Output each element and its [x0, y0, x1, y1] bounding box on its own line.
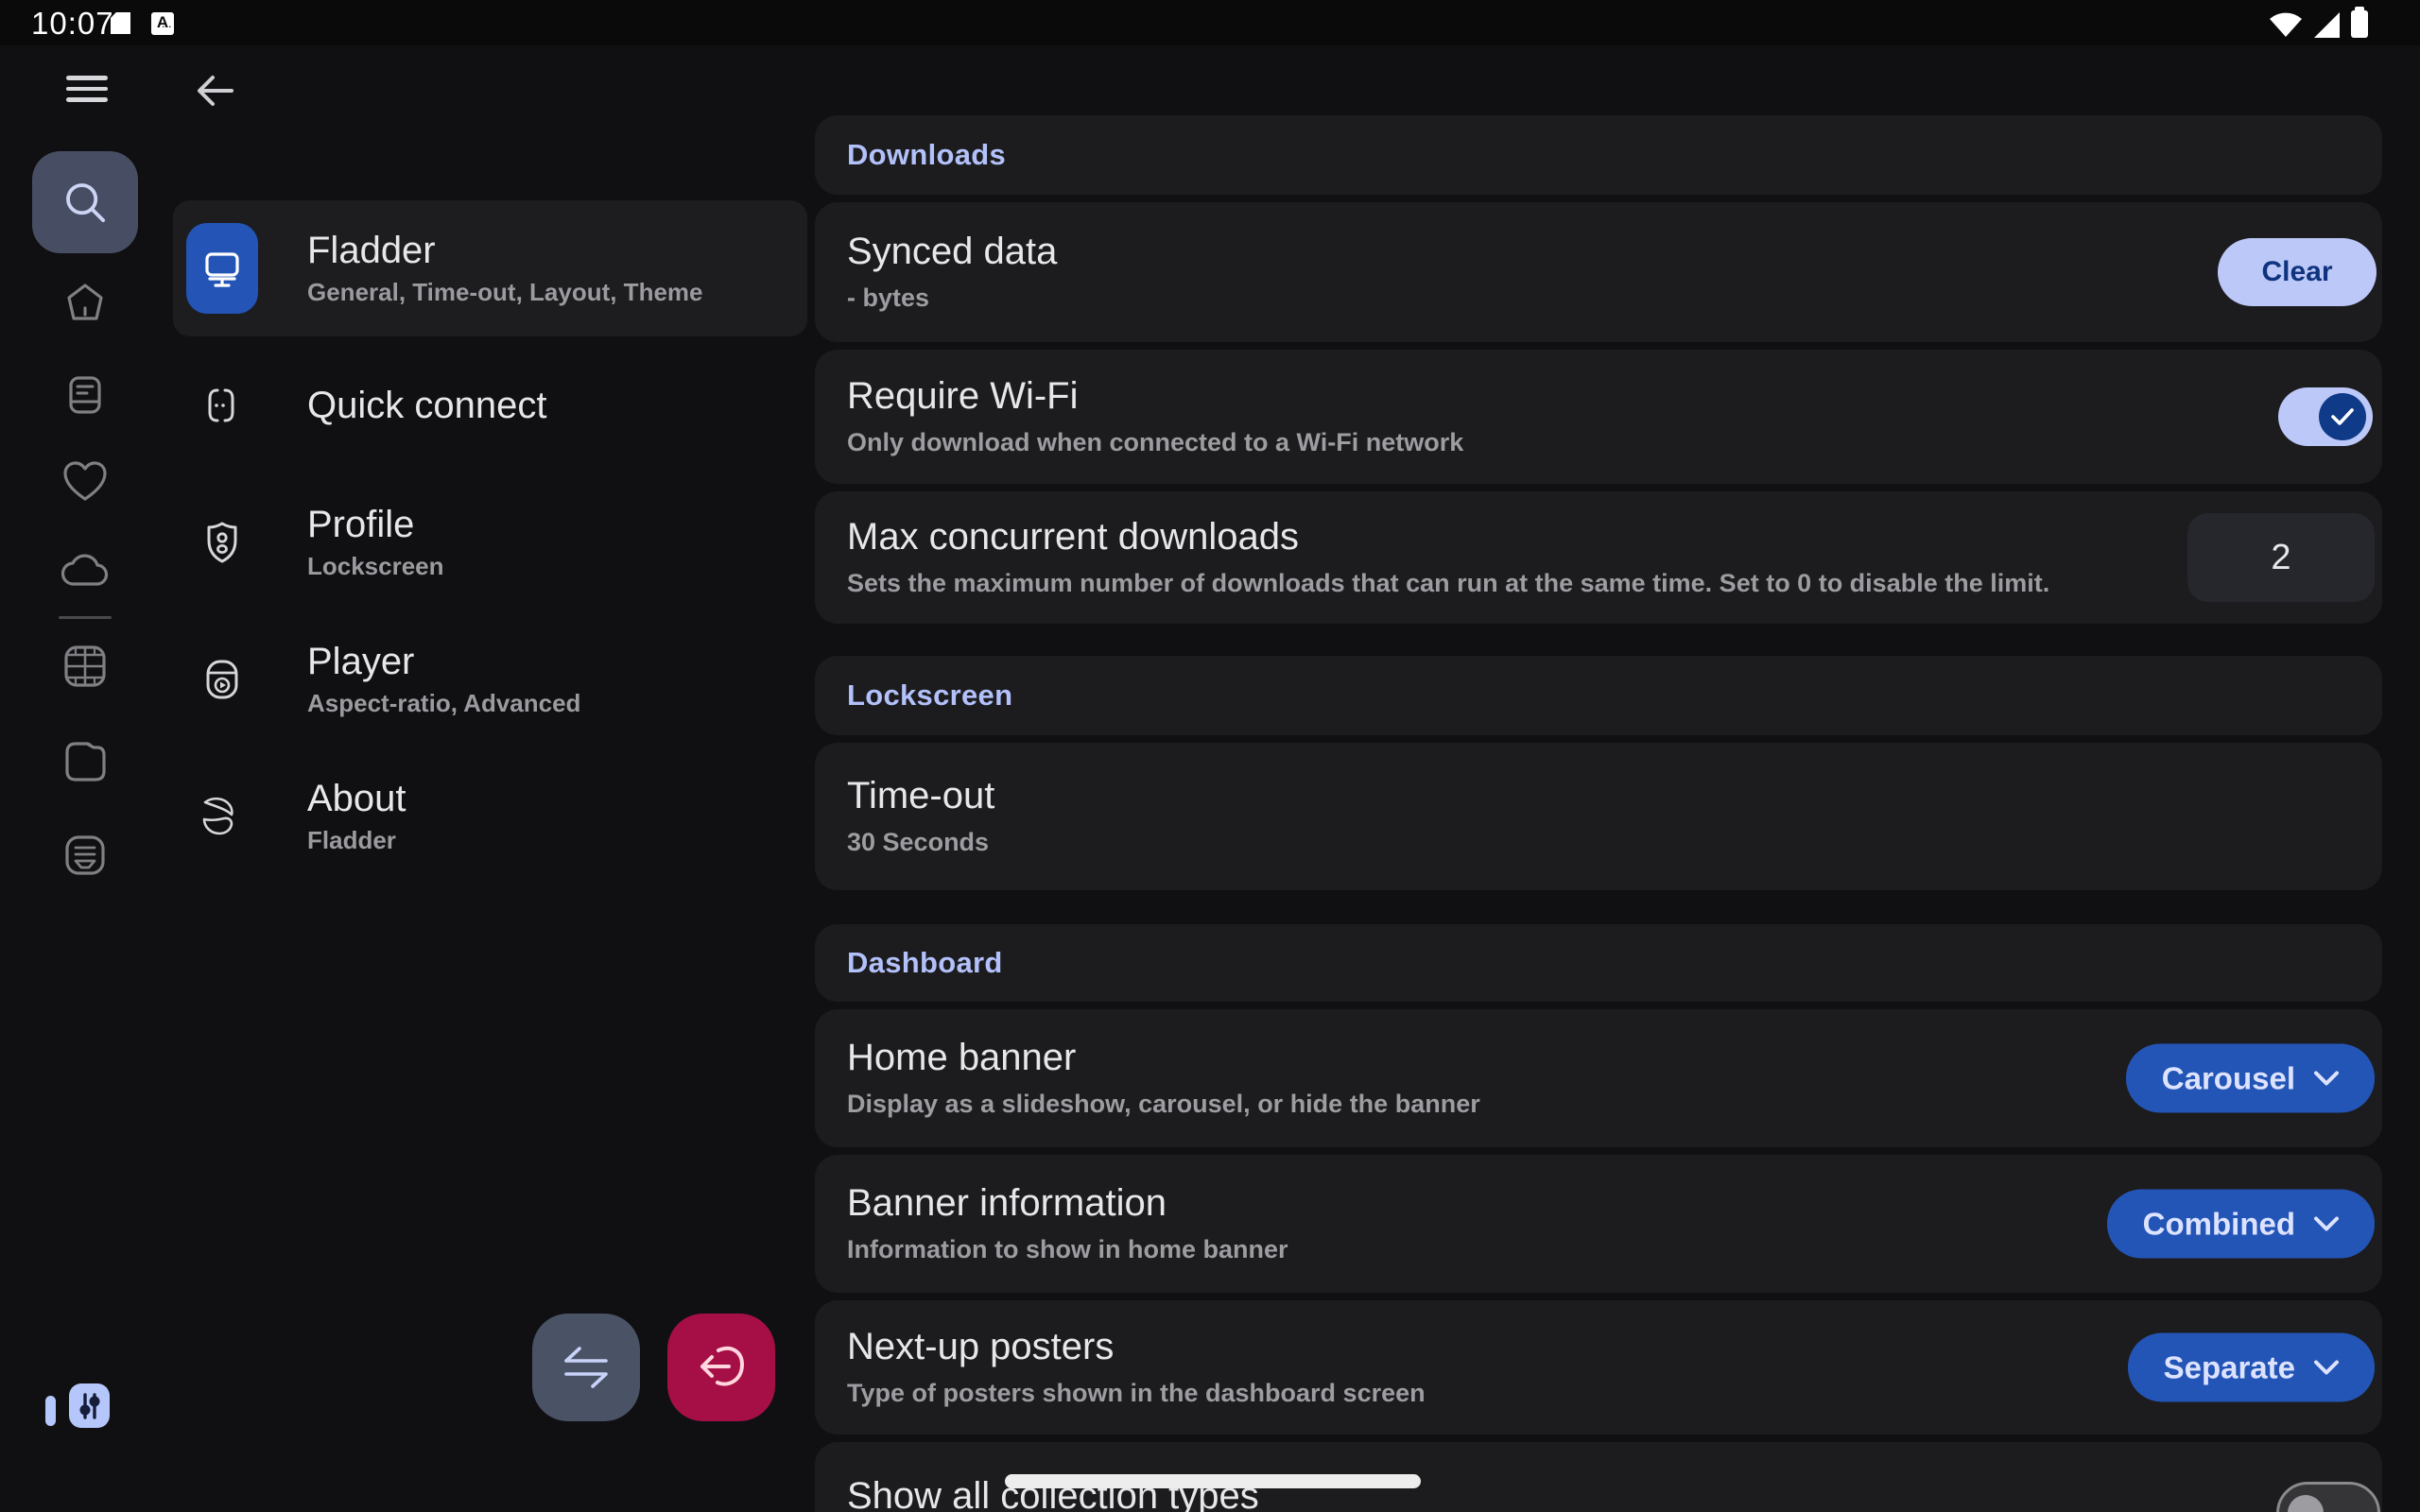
section-title: Dashboard [847, 946, 1003, 980]
row-subtitle: - bytes [847, 284, 2099, 313]
row-title: Synced data [847, 232, 2099, 271]
hamburger-menu-button[interactable] [66, 76, 108, 102]
drag-handle[interactable] [45, 1396, 56, 1426]
sd-card-icon [111, 12, 130, 34]
player-icon [182, 657, 262, 702]
accessibility-mini-widget[interactable] [45, 1383, 110, 1428]
menu-item-profile[interactable]: Profile Lockscreen [173, 474, 807, 610]
fladder-settings-screen: 10:07 A... [0, 0, 2420, 1512]
home-icon [62, 280, 108, 325]
chevron-down-icon [2314, 1071, 2339, 1086]
cellular-icon [2314, 12, 2340, 38]
rail-item-home[interactable] [57, 274, 113, 331]
settings-menu: Fladder General, Time-out, Layout, Theme… [173, 200, 807, 885]
rail-divider [59, 616, 112, 619]
home-banner-dropdown[interactable]: Carousel [2126, 1044, 2375, 1113]
rail-item-search[interactable] [32, 151, 138, 253]
rail-item-library[interactable] [57, 367, 113, 423]
rail-item-movies[interactable] [57, 638, 113, 695]
swap-server-fab[interactable] [532, 1314, 640, 1421]
back-button[interactable] [194, 70, 235, 112]
section-title: Downloads [847, 138, 1006, 172]
row-subtitle: Only download when connected to a Wi-Fi … [847, 428, 2099, 457]
row-next-up-posters[interactable]: Next-up posters Type of posters shown in… [815, 1300, 2382, 1435]
row-timeout[interactable]: Time-out 30 Seconds [815, 743, 2382, 890]
menu-item-subtitle: Fladder [307, 826, 406, 855]
menu-item-about[interactable]: About Fladder [173, 748, 807, 885]
row-subtitle: 30 Seconds [847, 828, 2099, 857]
rail-item-collections[interactable] [57, 827, 113, 884]
rail-item-favorites[interactable] [57, 454, 113, 510]
menu-item-subtitle: Aspect-ratio, Advanced [307, 689, 580, 718]
cloud-icon [60, 550, 110, 588]
rail-item-cloud[interactable] [57, 541, 113, 597]
row-title: Max concurrent downloads [847, 517, 2165, 557]
menu-item-subtitle: General, Time-out, Layout, Theme [307, 278, 703, 307]
menu-item-title: Profile [307, 505, 444, 544]
dropdown-value: Carousel [2162, 1060, 2295, 1096]
row-title: Next-up posters [847, 1327, 2099, 1366]
rail-item-folders[interactable] [57, 732, 113, 789]
gesture-navigation-bar[interactable] [1005, 1474, 1421, 1488]
clock: 10:07 [31, 6, 114, 42]
logout-fab[interactable] [667, 1314, 775, 1421]
section-header-dashboard: Dashboard [815, 924, 2382, 1002]
menu-item-title: Quick connect [307, 386, 546, 425]
clear-button[interactable]: Clear [2218, 238, 2377, 306]
arrow-left-icon [194, 70, 235, 112]
row-title: Home banner [847, 1038, 2099, 1077]
row-require-wifi[interactable]: Require Wi-Fi Only download when connect… [815, 350, 2382, 484]
row-subtitle: Type of posters shown in the dashboard s… [847, 1379, 2099, 1408]
row-banner-information[interactable]: Banner information Information to show i… [815, 1155, 2382, 1293]
film-icon [61, 643, 109, 690]
menu-item-quick-connect[interactable]: Quick connect [173, 337, 807, 473]
max-downloads-value[interactable]: 2 [2187, 513, 2375, 602]
row-title: Time-out [847, 776, 2099, 816]
monitor-icon [186, 223, 258, 314]
menu-item-title: Player [307, 642, 580, 681]
menu-item-title: About [307, 779, 406, 818]
menu-item-fladder[interactable]: Fladder General, Time-out, Layout, Theme [173, 200, 807, 336]
book-icon [62, 372, 108, 418]
row-synced-data[interactable]: Synced data - bytes Clear [815, 202, 2382, 342]
row-subtitle: Information to show in home banner [847, 1235, 2099, 1264]
navigation-rail [31, 151, 139, 884]
keyboard-a-icon: A... [151, 12, 174, 35]
section-title: Lockscreen [847, 679, 1012, 713]
heart-icon [61, 459, 109, 505]
menu-item-subtitle: Lockscreen [307, 552, 444, 581]
check-icon [2331, 408, 2354, 425]
fladder-logo-icon [182, 795, 262, 838]
section-header-downloads: Downloads [815, 115, 2382, 195]
row-max-concurrent-downloads[interactable]: Max concurrent downloads Sets the maximu… [815, 491, 2382, 624]
next-up-posters-dropdown[interactable]: Separate [2128, 1333, 2375, 1402]
row-title: Require Wi-Fi [847, 376, 2099, 416]
show-all-collection-types-toggle[interactable] [2276, 1482, 2380, 1512]
settings-content: Downloads Synced data - bytes Clear Requ… [815, 115, 2382, 1512]
menu-item-player[interactable]: Player Aspect-ratio, Advanced [173, 611, 807, 747]
wifi-icon [2269, 10, 2303, 38]
badge-icon [182, 520, 262, 565]
logout-icon [693, 1341, 750, 1394]
banner-information-dropdown[interactable]: Combined [2107, 1190, 2375, 1259]
row-home-banner[interactable]: Home banner Display as a slideshow, caro… [815, 1009, 2382, 1147]
chevron-down-icon [2314, 1360, 2339, 1375]
swap-arrows-icon [557, 1343, 615, 1392]
collections-icon [61, 832, 109, 879]
chevron-down-icon [2314, 1216, 2339, 1231]
status-bar: 10:07 A... [0, 0, 2420, 45]
require-wifi-toggle[interactable] [2278, 387, 2373, 446]
quick-connect-icon [182, 384, 262, 427]
row-subtitle: Display as a slideshow, carousel, or hid… [847, 1090, 2099, 1119]
folder-icon [61, 739, 109, 782]
search-icon [60, 177, 111, 228]
sliders-icon[interactable] [69, 1383, 110, 1428]
menu-item-title: Fladder [307, 231, 703, 270]
row-subtitle: Sets the maximum number of downloads tha… [847, 569, 2165, 598]
dropdown-value: Combined [2143, 1206, 2295, 1242]
section-header-lockscreen: Lockscreen [815, 656, 2382, 735]
battery-icon [2351, 10, 2368, 38]
row-title: Banner information [847, 1183, 2099, 1223]
dropdown-value: Separate [2164, 1349, 2295, 1385]
